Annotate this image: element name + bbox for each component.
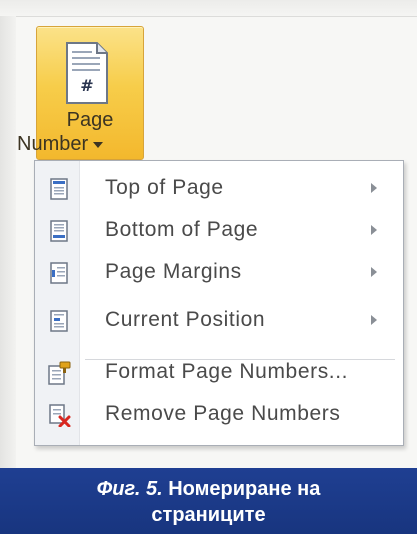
menu-item-label: Page Margins <box>105 260 242 283</box>
menu-item-remove-page-numbers[interactable]: Remove Page Numbers <box>35 395 403 435</box>
menu-item-label: Bottom of Page <box>105 218 259 241</box>
menu-item-current-position[interactable]: Current Position <box>35 301 403 341</box>
svg-text:#: # <box>80 76 93 95</box>
page-bottom-icon <box>50 220 68 242</box>
menu-item-format-page-numbers[interactable]: Format Page Numbers... <box>35 353 403 393</box>
menu-item-label: Current Position <box>105 308 266 331</box>
figure-caption: Фиг. 5. Номериране на страниците <box>0 468 417 534</box>
page-margins-icon <box>50 262 68 284</box>
menu-item-page-margins[interactable]: Page Margins <box>35 253 403 293</box>
menu-item-label: Remove Page Numbers <box>105 402 341 425</box>
ribbon-left-edge <box>0 16 16 468</box>
dropdown-arrow-icon[interactable] <box>93 141 104 148</box>
submenu-arrow-icon <box>371 267 377 277</box>
menu-item-bottom-of-page[interactable]: Bottom of Page <box>35 211 403 251</box>
page-number-document-icon: # <box>66 42 108 104</box>
remove-page-numbers-icon <box>49 404 71 427</box>
menu-item-label: Format Page Numbers... <box>105 360 349 383</box>
submenu-arrow-icon <box>371 183 377 193</box>
page-number-dropdown-menu: Top of Page Bottom of Page Page Margins <box>34 160 404 446</box>
caption-figure-number: Фиг. 5. <box>96 478 163 500</box>
current-position-icon <box>50 310 68 332</box>
format-page-numbers-icon <box>48 361 71 385</box>
page-number-label-line2: Number <box>17 133 143 155</box>
menu-item-label: Top of Page <box>105 176 224 199</box>
page-number-label-line1: Page <box>66 109 114 131</box>
caption-title-part1: Номериране на <box>168 478 321 500</box>
submenu-arrow-icon <box>371 225 377 235</box>
caption-line-1: Фиг. 5. Номериране на <box>0 476 417 502</box>
menu-item-top-of-page[interactable]: Top of Page <box>35 169 403 209</box>
submenu-arrow-icon <box>371 315 377 325</box>
caption-line-2: страниците <box>151 504 266 526</box>
page-top-icon <box>50 178 68 200</box>
ribbon-top-strip <box>0 0 417 17</box>
page-number-label-text: Number <box>17 133 89 155</box>
page-number-button[interactable]: # Page Number <box>17 26 144 160</box>
